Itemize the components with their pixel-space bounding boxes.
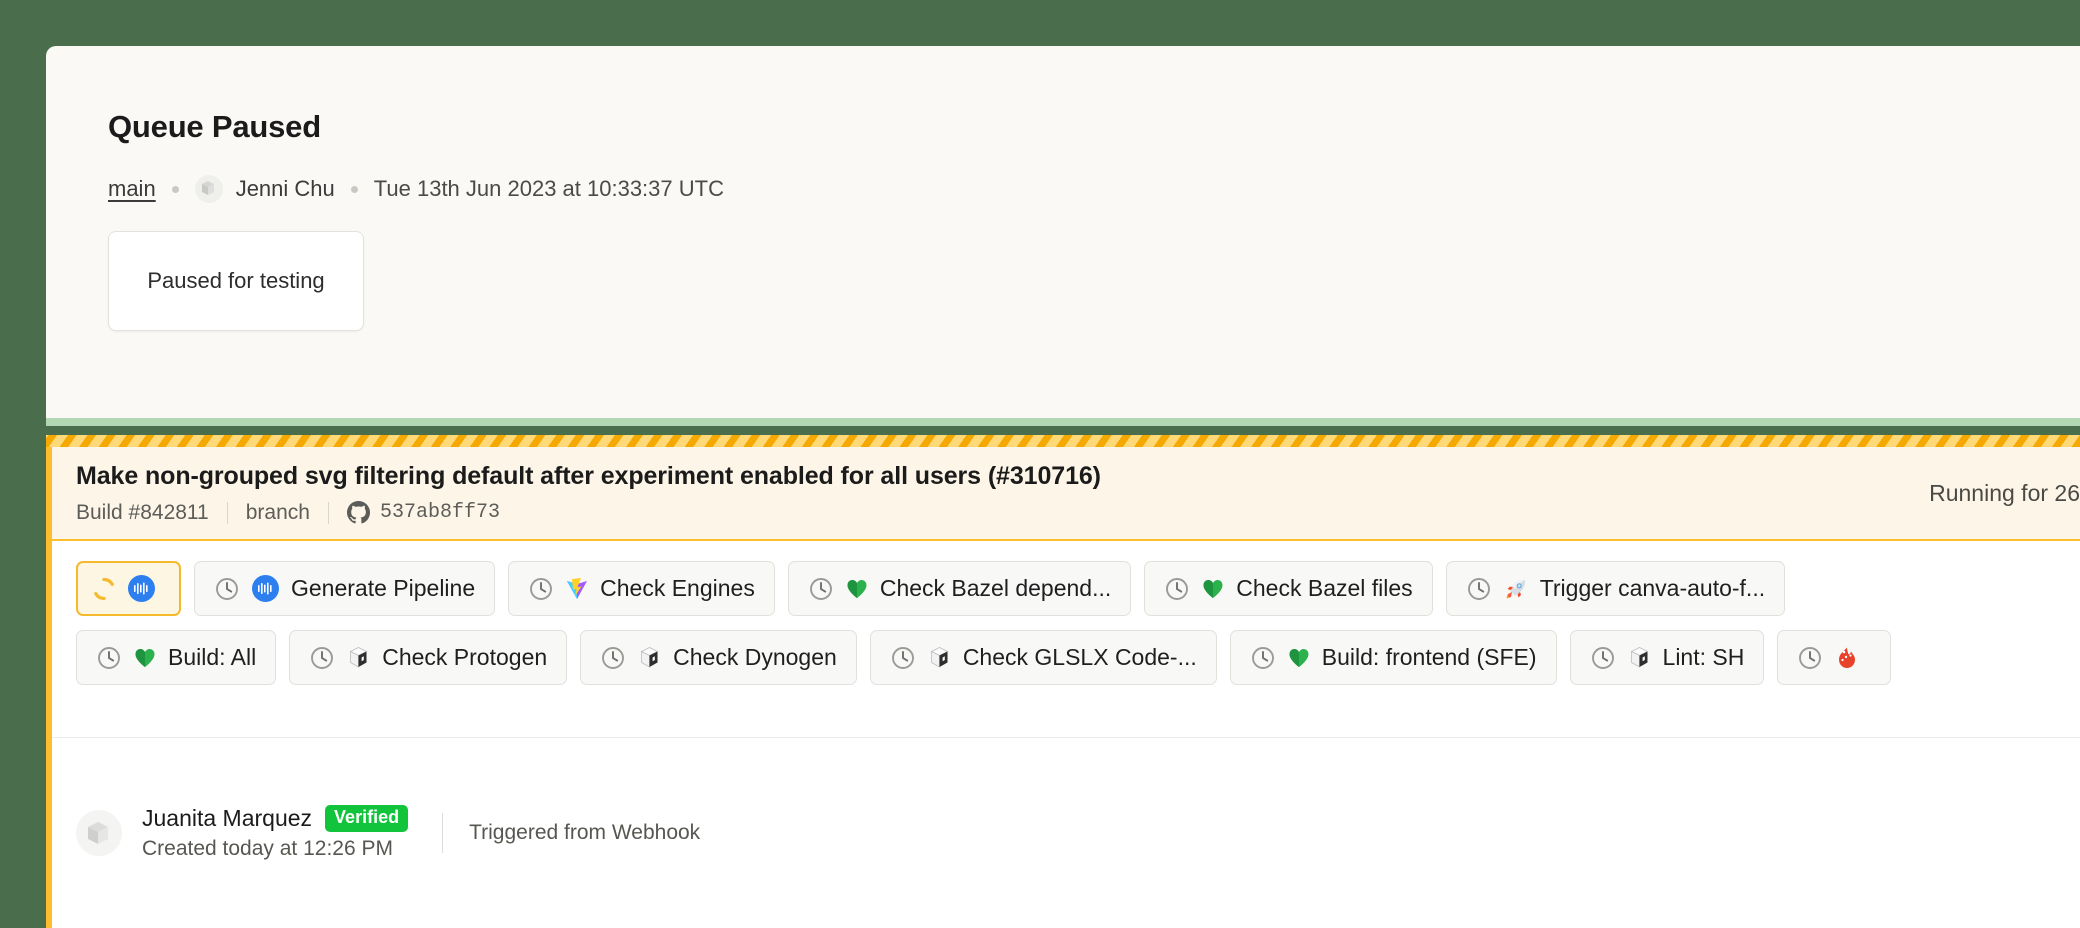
job-pill-label: Build: frontend (SFE) xyxy=(1321,644,1537,670)
job-pill-trigger-canva-auto[interactable]: Trigger canva-auto-f... xyxy=(1445,561,1786,616)
job-pill-row: Build: All Check Protogen Check Dynogen … xyxy=(76,630,2080,685)
meta-dot-icon xyxy=(171,185,179,193)
divider xyxy=(226,501,228,524)
job-pill-label: Lint: SH xyxy=(1662,644,1745,670)
creator-name[interactable]: Juanita Marquez xyxy=(142,805,312,832)
package-icon xyxy=(347,646,370,669)
build-panel: Make non-grouped svg filtering default a… xyxy=(46,435,2080,928)
meta-dot-icon xyxy=(350,185,358,193)
job-pill-check-engines[interactable]: Check Engines xyxy=(508,561,775,616)
clock-icon xyxy=(1250,645,1276,671)
divider xyxy=(442,813,444,853)
job-pill-truncated[interactable] xyxy=(1777,630,1892,685)
clock-icon xyxy=(1164,576,1190,602)
clock-icon xyxy=(1797,645,1823,671)
queue-branch-link[interactable]: main xyxy=(108,176,156,202)
build-header: Make non-grouped svg filtering default a… xyxy=(52,447,2080,541)
green-heart-icon xyxy=(134,647,156,669)
queue-paused-card: Queue Paused main Jenni Chu Tue 13th Jun… xyxy=(46,46,2080,418)
spinner-icon xyxy=(91,576,117,602)
divider xyxy=(327,501,329,524)
job-pill-check-bazel-dependencies[interactable]: Check Bazel depend... xyxy=(787,561,1132,616)
clock-icon xyxy=(1590,645,1616,671)
build-subheader: Build #842811 branch 537ab8ff73 xyxy=(76,501,1899,525)
job-pill-label: Check Protogen xyxy=(382,644,548,670)
job-pill-check-glslx-code[interactable]: Check GLSLX Code-... xyxy=(869,630,1217,685)
separator-dark xyxy=(0,426,2080,435)
avatar xyxy=(194,175,223,204)
status-badge: Verified xyxy=(325,805,409,832)
buildkite-badge-icon xyxy=(128,575,155,602)
app-root: Queue Paused main Jenni Chu Tue 13th Jun… xyxy=(0,0,2080,928)
package-icon xyxy=(928,646,951,669)
job-pill-running[interactable] xyxy=(76,561,181,616)
buildkite-avatar-icon xyxy=(88,822,108,844)
clock-icon xyxy=(214,576,240,602)
job-pill-label: Check Bazel files xyxy=(1236,575,1413,601)
clock-icon xyxy=(808,576,834,602)
build-creator-row: Juanita Marquez Verified Created today a… xyxy=(52,737,2080,928)
separator-light xyxy=(46,418,2080,426)
fire-icon xyxy=(1835,646,1859,670)
job-pill-label: Generate Pipeline xyxy=(291,575,476,601)
green-heart-icon xyxy=(1288,647,1310,669)
clock-icon xyxy=(528,576,554,602)
queue-user-name[interactable]: Jenni Chu xyxy=(236,176,335,202)
job-pill-label: Check Dynogen xyxy=(673,644,837,670)
queue-meta: main Jenni Chu Tue 13th Jun 2023 at 10:3… xyxy=(108,175,2080,204)
rocket-icon xyxy=(1504,577,1528,601)
green-heart-icon xyxy=(1202,578,1224,600)
job-pill-label: Check Engines xyxy=(600,575,755,601)
job-pill-label: Trigger canva-auto-f... xyxy=(1539,575,1766,601)
pause-reason-box: Paused for testing xyxy=(108,231,364,332)
build-running-for: Running for 26 xyxy=(1929,479,2080,506)
clock-icon xyxy=(1466,576,1492,602)
job-pill-check-bazel-files[interactable]: Check Bazel files xyxy=(1144,561,1433,616)
trigger-source: Triggered from Webhook xyxy=(469,821,701,844)
job-pills-region: Generate Pipeline Check Engines Check Ba… xyxy=(52,541,2080,737)
green-heart-icon xyxy=(846,578,868,600)
package-icon xyxy=(1628,646,1651,669)
package-icon xyxy=(638,646,661,669)
clock-icon xyxy=(96,645,122,671)
job-pill-lint-sh[interactable]: Lint: SH xyxy=(1569,630,1765,685)
pause-reason-text: Paused for testing xyxy=(147,268,325,294)
running-stripe-indicator xyxy=(46,435,2080,447)
page-title: Queue Paused xyxy=(108,109,321,144)
job-pill-row: Generate Pipeline Check Engines Check Ba… xyxy=(76,561,2080,616)
build-title[interactable]: Make non-grouped svg filtering default a… xyxy=(76,462,1899,491)
github-icon xyxy=(346,501,370,524)
build-branch[interactable]: branch xyxy=(246,501,310,525)
clock-icon xyxy=(600,645,626,671)
job-pill-label: Check GLSLX Code-... xyxy=(962,644,1197,670)
queue-timestamp: Tue 13th Jun 2023 at 10:33:37 UTC xyxy=(373,176,724,202)
build-number: Build #842811 xyxy=(76,500,209,524)
avatar xyxy=(76,810,122,856)
job-pill-build-all[interactable]: Build: All xyxy=(76,630,277,685)
build-commit-sha[interactable]: 537ab8ff73 xyxy=(380,501,500,524)
job-pill-check-protogen[interactable]: Check Protogen xyxy=(289,630,568,685)
job-pill-check-dynogen[interactable]: Check Dynogen xyxy=(580,630,857,685)
vite-icon xyxy=(566,577,588,601)
buildkite-avatar-icon xyxy=(201,181,214,196)
job-pill-label: Check Bazel depend... xyxy=(879,575,1112,601)
clock-icon xyxy=(309,645,335,671)
buildkite-badge-icon xyxy=(252,575,279,602)
job-pill-label: Build: All xyxy=(168,644,257,670)
creator-timestamp: Created today at 12:26 PM xyxy=(142,837,393,860)
clock-icon xyxy=(890,645,916,671)
job-pill-generate-pipeline[interactable]: Generate Pipeline xyxy=(194,561,496,616)
job-pill-build-frontend-sfe[interactable]: Build: frontend (SFE) xyxy=(1229,630,1557,685)
